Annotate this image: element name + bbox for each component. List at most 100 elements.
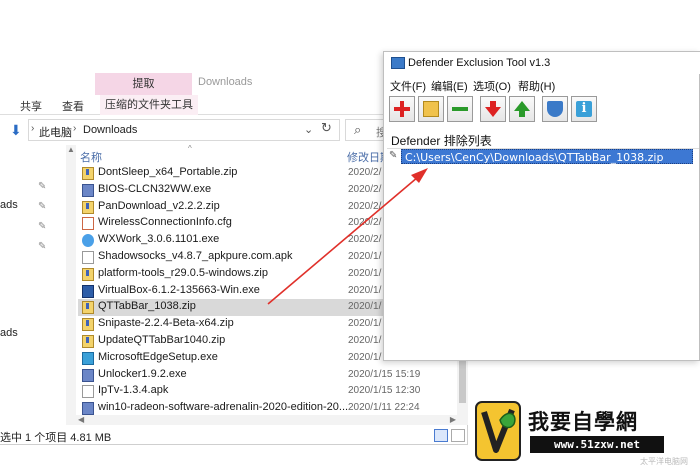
- file-date: 2020/2/: [348, 183, 382, 195]
- exclusion-entry[interactable]: C:\Users\CenCy\Downloads\QTTabBar_1038.z…: [401, 149, 693, 164]
- chevron-down-icon[interactable]: ⌄: [304, 123, 313, 136]
- file-name: WirelessConnectionInfo.cfg: [98, 216, 232, 229]
- file-date: 2020/1/15 12:30: [348, 385, 421, 397]
- tab-extract[interactable]: 提取: [95, 73, 192, 95]
- file-name: PanDownload_v2.2.2.zip: [98, 199, 220, 212]
- horizontal-scrollbar[interactable]: ◀ ▶: [66, 415, 458, 425]
- tab-compressed-folder-tools[interactable]: 压缩的文件夹工具: [100, 95, 198, 115]
- details-view-icon[interactable]: [434, 429, 448, 442]
- tool-title: Defender Exclusion Tool v1.3: [408, 57, 551, 69]
- info-icon: i: [576, 101, 592, 117]
- menu-help[interactable]: 帮助(H): [518, 78, 555, 94]
- file-date: 2020/1/11 22:24: [348, 402, 420, 414]
- watermark-url: www.51zxw.net: [530, 436, 664, 453]
- add-file-button[interactable]: [389, 96, 415, 122]
- exclusion-path: C:\Users\CenCy\Downloads\QTTabBar_1038.z…: [405, 151, 664, 164]
- address-bar[interactable]: › 此电脑 › Downloads ⌄: [28, 119, 340, 141]
- file-name: win10-radeon-software-adrenalin-2020-edi…: [98, 401, 349, 414]
- file-name: QTTabBar_1038.zip: [98, 300, 196, 313]
- defender-settings-button[interactable]: [542, 96, 568, 122]
- file-date: 2020/1/: [348, 284, 382, 296]
- file-name: Unlocker1.9.2.exe: [98, 367, 187, 380]
- add-folder-button[interactable]: [418, 96, 444, 122]
- file-apk-icon: [82, 385, 94, 399]
- file-zip-icon: [82, 200, 94, 214]
- info-button[interactable]: i: [571, 96, 597, 122]
- file-exe-icon: [82, 183, 94, 197]
- exclusion-list[interactable]: ✎ C:\Users\CenCy\Downloads\QTTabBar_1038…: [387, 148, 699, 358]
- file-cfg-icon: [82, 217, 94, 231]
- menu-file[interactable]: 文件(F): [390, 78, 426, 94]
- defender-exclusion-tool-window: Defender Exclusion Tool v1.3 文件(F) 编辑(E)…: [383, 51, 700, 361]
- scroll-up-icon[interactable]: ▲: [67, 145, 75, 154]
- file-name: DontSleep_x64_Portable.zip: [98, 166, 238, 178]
- file-edge-icon: [82, 351, 94, 365]
- file-name: VirtualBox-6.1.2-135663-Win.exe: [98, 283, 260, 296]
- file-name: MicrosoftEdgeSetup.exe: [98, 350, 218, 363]
- watermark-subtitle: 太平洋电脑网: [640, 457, 688, 466]
- pin-icon: ✎: [38, 201, 47, 212]
- search-icon: ⌕: [354, 122, 362, 137]
- file-date: 2020/1/: [348, 318, 382, 330]
- file-date: 2020/1/: [348, 301, 382, 313]
- remove-button[interactable]: [447, 96, 473, 122]
- watermark-logo: [475, 401, 521, 461]
- breadcrumb-this-pc[interactable]: 此电脑: [39, 124, 72, 140]
- pin-icon: ✎: [38, 221, 47, 232]
- down-arrow-icon[interactable]: ⬇: [10, 122, 26, 138]
- file-name: Shadowsocks_v4.8.7_apkpure.com.apk: [98, 249, 293, 262]
- menu-options[interactable]: 选项(O): [473, 78, 511, 94]
- plus-icon: [394, 101, 410, 117]
- file-apk-icon: [82, 250, 94, 264]
- column-name[interactable]: 名称: [80, 149, 102, 165]
- file-row[interactable]: Unlocker1.9.2.exe 2020/1/15 15:19: [78, 367, 458, 384]
- file-date: 2020/2/: [348, 167, 382, 178]
- file-name: UpdateQTTabBar1040.zip: [98, 333, 226, 346]
- file-row[interactable]: IpTv-1.3.4.apk 2020/1/15 12:30: [78, 383, 458, 400]
- status-bar: 选中 1 个项目 4.81 MB: [0, 428, 468, 444]
- shield-icon: [547, 101, 563, 117]
- menu-bar: 文件(F) 编辑(E) 选项(O) 帮助(H): [384, 76, 700, 94]
- file-zip-icon: [82, 167, 94, 180]
- breadcrumb-downloads[interactable]: Downloads: [83, 124, 137, 136]
- nav-item-downloads-2[interactable]: ads: [0, 327, 18, 339]
- file-name: BIOS-CLCN32WW.exe: [98, 182, 212, 195]
- tab-share[interactable]: 共享: [20, 98, 42, 114]
- menu-edit[interactable]: 编辑(E): [431, 78, 468, 94]
- arrow-up-icon: [514, 101, 530, 117]
- tab-view[interactable]: 查看: [62, 98, 84, 114]
- export-button[interactable]: [509, 96, 535, 122]
- folder-icon: [423, 101, 439, 117]
- toolbar: i: [384, 94, 700, 124]
- file-date: 2020/1/: [348, 250, 382, 262]
- scroll-right-icon[interactable]: ▶: [450, 415, 456, 424]
- file-exe-icon: [82, 402, 94, 416]
- app-icon: [391, 57, 405, 69]
- file-date: 2020/1/: [348, 267, 382, 279]
- refresh-icon[interactable]: ↻: [321, 120, 332, 136]
- import-button[interactable]: [480, 96, 506, 122]
- file-date: 2020/2/: [348, 234, 382, 246]
- nav-item-downloads[interactable]: ads: [0, 199, 18, 211]
- chevron-right-icon: ›: [73, 123, 77, 134]
- file-name: Snipaste-2.2.4-Beta-x64.zip: [98, 317, 234, 330]
- file-name: platform-tools_r29.0.5-windows.zip: [98, 266, 268, 279]
- file-zip-icon: [82, 334, 94, 348]
- file-zip-icon: [82, 267, 94, 281]
- nav-scrollbar[interactable]: ▲: [66, 145, 76, 425]
- pin-icon: ✎: [38, 181, 47, 192]
- pin-icon: ✎: [38, 241, 47, 252]
- file-date: 2020/2/: [348, 217, 382, 229]
- sort-up-icon: ^: [188, 144, 192, 153]
- file-wx-icon: [82, 234, 94, 248]
- file-date: 2020/2/: [348, 200, 382, 212]
- chevron-right-icon: ›: [31, 123, 35, 134]
- large-icons-view-icon[interactable]: [451, 429, 465, 442]
- file-date: 2020/1/: [348, 334, 382, 346]
- status-text: 选中 1 个项目 4.81 MB: [0, 432, 112, 444]
- file-date: 2020/1/: [348, 351, 382, 363]
- file-vbox-icon: [82, 284, 94, 298]
- file-name: IpTv-1.3.4.apk: [98, 384, 169, 397]
- pin-icon: ✎: [389, 150, 398, 161]
- scroll-left-icon[interactable]: ◀: [78, 415, 84, 424]
